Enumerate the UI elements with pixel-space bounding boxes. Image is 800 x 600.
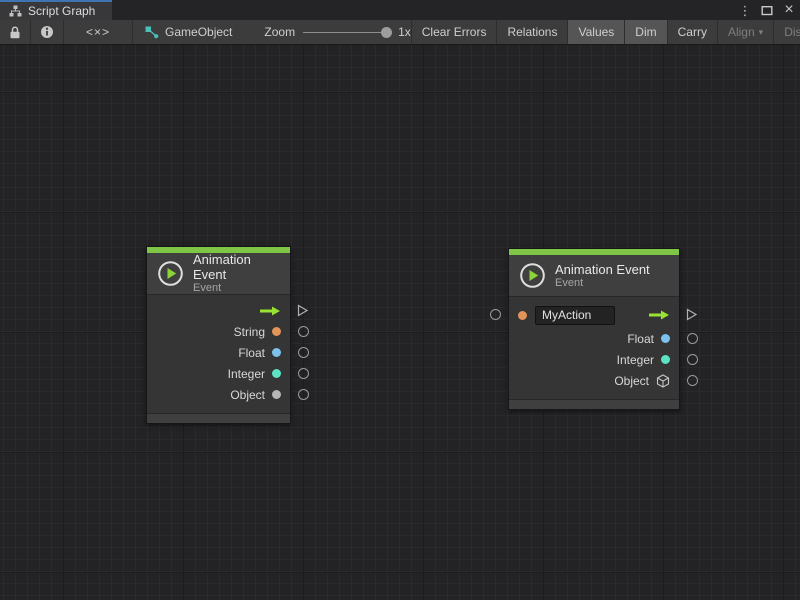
port-flow-output[interactable] <box>296 304 309 317</box>
output-label: Object <box>614 374 649 388</box>
zoom-control: Zoom 1x <box>264 20 410 44</box>
object-type-dot <box>272 390 281 399</box>
zoom-slider-thumb[interactable] <box>381 27 392 38</box>
string-type-dot <box>272 327 281 336</box>
event-name-input[interactable] <box>535 306 615 325</box>
code-toggle-icon: <×> <box>86 25 110 39</box>
info-icon <box>40 25 54 39</box>
graph-owner-label: GameObject <box>165 25 232 39</box>
node-header: Animation Event Event <box>147 253 290 295</box>
node-subtitle: Event <box>193 282 280 295</box>
event-name-row <box>509 302 679 328</box>
output-label: Object <box>230 388 265 402</box>
node-footer <box>509 399 679 409</box>
zoom-value: 1x <box>398 25 411 39</box>
output-label: Integer <box>617 353 654 367</box>
values-toggle-button[interactable]: Values <box>567 20 624 44</box>
node-body: Float Integer Object <box>509 297 679 399</box>
values-label: Values <box>578 25 614 39</box>
graph-hierarchy-icon <box>9 5 22 17</box>
port-name-input[interactable] <box>490 309 501 320</box>
event-play-icon <box>157 260 184 287</box>
flow-arrow-icon <box>259 305 281 317</box>
port-flow-output[interactable] <box>685 308 698 321</box>
output-row: Object <box>509 370 679 391</box>
output-label: Float <box>238 346 265 360</box>
integer-type-dot <box>661 355 670 364</box>
titlebar: Script Graph ⋮ × <box>0 0 800 20</box>
object-cube-icon <box>656 374 670 388</box>
maximize-button[interactable] <box>758 1 776 19</box>
port-object-output[interactable] <box>687 375 698 386</box>
output-label: Integer <box>228 367 265 381</box>
carry-label: Carry <box>678 25 707 39</box>
port-integer-output[interactable] <box>298 368 309 379</box>
graph-toolbar: <×> GameObject Zoom 1x Clear Errors Rela… <box>0 20 800 45</box>
chevron-down-icon: ▾ <box>759 27 764 38</box>
dim-label: Dim <box>635 25 656 39</box>
node-title: Animation Event <box>555 262 650 277</box>
output-label: Float <box>627 332 654 346</box>
output-row: Integer <box>509 349 679 370</box>
carry-toggle-button[interactable]: Carry <box>667 20 717 44</box>
output-row: Float <box>509 328 679 349</box>
node-footer <box>147 413 290 423</box>
float-type-dot <box>272 348 281 357</box>
lock-icon <box>9 26 21 39</box>
port-float-output[interactable] <box>687 333 698 344</box>
flow-output-row <box>147 300 290 321</box>
float-type-dot <box>661 334 670 343</box>
clear-errors-button[interactable]: Clear Errors <box>411 20 497 44</box>
node-titles: Animation Event Event <box>555 262 650 290</box>
relations-button[interactable]: Relations <box>496 20 567 44</box>
code-preview-toggle-button[interactable]: <×> <box>64 20 133 44</box>
window-menu-button[interactable]: ⋮ <box>736 1 754 19</box>
output-row: Integer <box>147 363 290 384</box>
port-float-output[interactable] <box>298 347 309 358</box>
distribute-dropdown-button[interactable]: Distribute ▾ <box>773 20 800 44</box>
flow-arrow-icon <box>648 309 670 321</box>
output-row: String <box>147 321 290 342</box>
output-label: String <box>234 325 265 339</box>
distribute-label: Distribute <box>784 25 800 39</box>
node-title: Animation Event <box>193 252 280 282</box>
graph-canvas[interactable]: Animation Event Event String <box>0 45 800 600</box>
graph-owner-button[interactable]: GameObject <box>135 20 242 44</box>
string-type-dot <box>518 311 527 320</box>
node-animation-event-right[interactable]: Animation Event Event Float <box>508 248 680 410</box>
zoom-label: Zoom <box>264 25 295 39</box>
port-object-output[interactable] <box>298 389 309 400</box>
node-animation-event-left[interactable]: Animation Event Event String <box>146 246 291 424</box>
maximize-icon <box>761 5 773 16</box>
tab-title: Script Graph <box>28 4 95 18</box>
clear-errors-label: Clear Errors <box>422 25 487 39</box>
lock-button[interactable] <box>0 20 31 44</box>
relations-label: Relations <box>507 25 557 39</box>
port-integer-output[interactable] <box>687 354 698 365</box>
node-header: Animation Event Event <box>509 255 679 297</box>
dim-toggle-button[interactable]: Dim <box>624 20 666 44</box>
inspector-info-button[interactable] <box>31 20 64 44</box>
align-dropdown-button[interactable]: Align ▾ <box>717 20 773 44</box>
tab-script-graph[interactable]: Script Graph <box>0 0 112 20</box>
node-subtitle: Event <box>555 277 650 290</box>
close-button[interactable]: × <box>780 1 798 19</box>
zoom-slider[interactable] <box>303 32 390 33</box>
align-label: Align <box>728 25 755 39</box>
event-play-icon <box>519 262 546 289</box>
port-string-output[interactable] <box>298 326 309 337</box>
integer-type-dot <box>272 369 281 378</box>
output-row: Float <box>147 342 290 363</box>
window-controls: ⋮ × <box>736 0 798 20</box>
node-titles: Animation Event Event <box>193 252 280 295</box>
node-body: String Float Integer Object <box>147 295 290 413</box>
output-row: Object <box>147 384 290 405</box>
script-machine-icon <box>145 26 159 39</box>
